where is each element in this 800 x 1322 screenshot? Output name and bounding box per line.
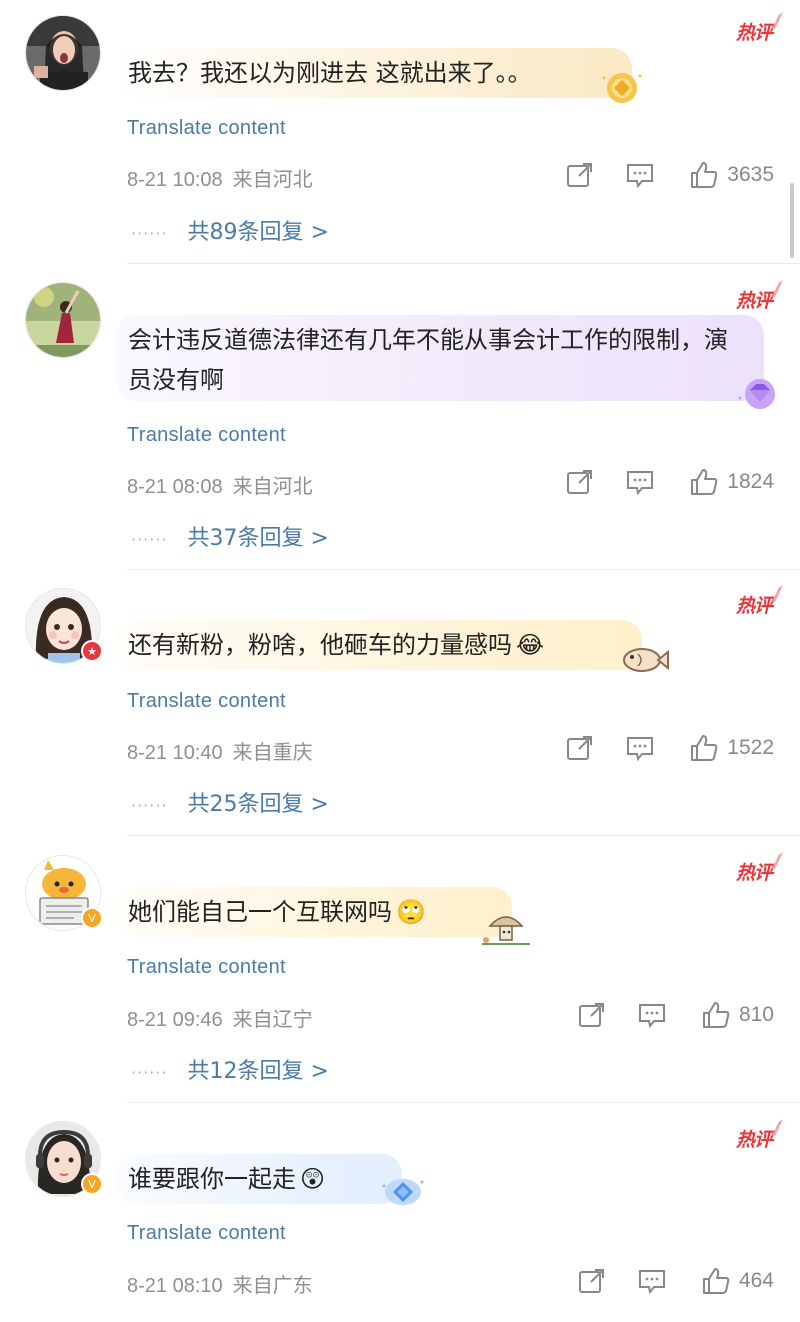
avatar[interactable]: ★	[25, 588, 103, 664]
comment-time: 8-21 09:46	[127, 1009, 223, 1031]
hot-comment-tag: 热评	[736, 591, 773, 618]
comment-actions: 464	[577, 1266, 774, 1296]
comment-location: 来自辽宁	[232, 1009, 313, 1031]
like-count: 3635	[727, 163, 774, 186]
comment-bubble: 谁要跟你一起走 😲	[116, 1154, 402, 1204]
comment-text: 我去？我还以为刚进去 这就出来了。。	[128, 59, 532, 87]
blue-gem-icon	[380, 1172, 426, 1214]
comment-icon[interactable]	[625, 160, 655, 190]
comment-meta: 8-21 08:08 来自河北	[127, 470, 313, 499]
share-icon[interactable]	[565, 467, 595, 497]
like-count: 810	[738, 1003, 774, 1026]
comment-meta: 8-21 08:10 来自广东	[127, 1269, 313, 1298]
translate-link[interactable]: Translate content	[127, 690, 286, 713]
divider	[127, 263, 800, 264]
hot-comment-tag: 热评	[736, 1125, 773, 1152]
gold-badge-icon	[600, 68, 644, 110]
astonished-emoji-icon: 😲	[300, 1165, 326, 1193]
dots-icon: ······	[131, 529, 168, 549]
comment-icon[interactable]	[625, 467, 655, 497]
comment-actions: 1522	[565, 733, 774, 763]
hot-comment-tag: 热评	[736, 286, 773, 313]
comment-icon[interactable]	[625, 733, 655, 763]
comment-bubble: 还有新粉，粉啥，他砸车的力量感吗 😂	[116, 620, 642, 670]
comment-icon[interactable]	[637, 1000, 667, 1030]
dots-icon: ······	[131, 223, 168, 243]
comment-time: 8-21 08:08	[127, 476, 223, 498]
comment-location: 来自重庆	[232, 742, 313, 764]
mushroom-sticker-icon	[478, 906, 534, 952]
avatar[interactable]	[25, 282, 101, 358]
dots-icon: ······	[131, 1062, 168, 1082]
view-replies-link[interactable]: ······ 共37条回复 >	[131, 520, 329, 552]
comment-text: 还有新粉，粉啥，他砸车的力量感吗	[128, 631, 512, 659]
avatar[interactable]: V	[25, 855, 103, 931]
scrollbar[interactable]	[790, 183, 794, 258]
comment-icon[interactable]	[637, 1266, 667, 1296]
comment-location: 来自河北	[232, 476, 313, 498]
avatar[interactable]	[25, 15, 101, 91]
comment-time: 8-21 10:40	[127, 742, 223, 764]
verified-star-badge-icon: ★	[81, 640, 103, 662]
share-icon[interactable]	[565, 733, 595, 763]
avatar[interactable]: V	[25, 1121, 103, 1197]
hot-comment-tag: 热评	[736, 18, 773, 45]
divider	[127, 569, 800, 570]
comment-time: 8-21 08:10	[127, 1275, 223, 1297]
thumbs-up-icon[interactable]	[701, 1000, 731, 1030]
like-count: 1522	[727, 736, 774, 759]
share-icon[interactable]	[577, 1000, 607, 1030]
thumbs-up-icon[interactable]	[701, 1266, 731, 1296]
comment-location: 来自河北	[232, 169, 313, 191]
divider	[127, 1102, 800, 1103]
replies-label: 共25条回复 >	[187, 792, 329, 817]
dots-icon: ······	[131, 795, 168, 815]
purple-gem-icon	[734, 374, 784, 416]
replies-label: 共89条回复 >	[187, 220, 329, 245]
verified-v-badge-icon: V	[81, 907, 103, 929]
translate-link[interactable]: Translate content	[127, 956, 286, 979]
thumbs-up-icon[interactable]	[689, 733, 719, 763]
replies-label: 共37条回复 >	[187, 526, 329, 551]
thumbs-up-icon[interactable]	[689, 160, 719, 190]
comment-meta: 8-21 10:08 来自河北	[127, 163, 313, 192]
comment-time: 8-21 10:08	[127, 169, 223, 191]
comment-bubble: 会计违反道德法律还有几年不能从事会计工作的限制，演员没有啊	[116, 315, 764, 401]
comment-bubble: 她们能自己一个互联网吗 🙄	[116, 887, 512, 937]
view-replies-link[interactable]: ······ 共12条回复 >	[131, 1053, 329, 1085]
laughing-emoji-icon: 😂	[516, 631, 545, 659]
hot-comment-tag: 热评	[736, 858, 773, 885]
comment-meta: 8-21 09:46 来自辽宁	[127, 1003, 313, 1032]
comment-bubble: 我去？我还以为刚进去 这就出来了。。	[116, 48, 632, 98]
comment-feed: 热评 我去？我还以为刚进去 这就出来了。。 Translate content …	[0, 0, 800, 1322]
translate-link[interactable]: Translate content	[127, 424, 286, 447]
view-replies-link[interactable]: ······ 共89条回复 >	[131, 214, 329, 246]
view-replies-link[interactable]: ······ 共25条回复 >	[131, 786, 329, 818]
replies-label: 共12条回复 >	[187, 1059, 329, 1084]
verified-v-badge-icon: V	[81, 1173, 103, 1195]
like-count: 1824	[727, 470, 774, 493]
comment-actions: 1824	[565, 467, 774, 497]
comment-actions: 3635	[565, 160, 774, 190]
divider	[127, 835, 800, 836]
eye-roll-emoji-icon: 🙄	[396, 898, 426, 926]
translate-link[interactable]: Translate content	[127, 117, 286, 140]
comment-location: 来自广东	[232, 1275, 313, 1297]
share-icon[interactable]	[577, 1266, 607, 1296]
comment-text: 会计违反道德法律还有几年不能从事会计工作的限制，演员没有啊	[128, 326, 728, 394]
comment-text: 谁要跟你一起走	[128, 1165, 296, 1193]
comment-text: 她们能自己一个互联网吗	[128, 898, 392, 926]
fish-sticker-icon	[620, 640, 670, 684]
translate-link[interactable]: Translate content	[127, 1222, 286, 1245]
share-icon[interactable]	[565, 160, 595, 190]
comment-actions: 810	[577, 1000, 774, 1030]
thumbs-up-icon[interactable]	[689, 467, 719, 497]
comment-meta: 8-21 10:40 来自重庆	[127, 736, 313, 765]
like-count: 464	[738, 1269, 774, 1292]
